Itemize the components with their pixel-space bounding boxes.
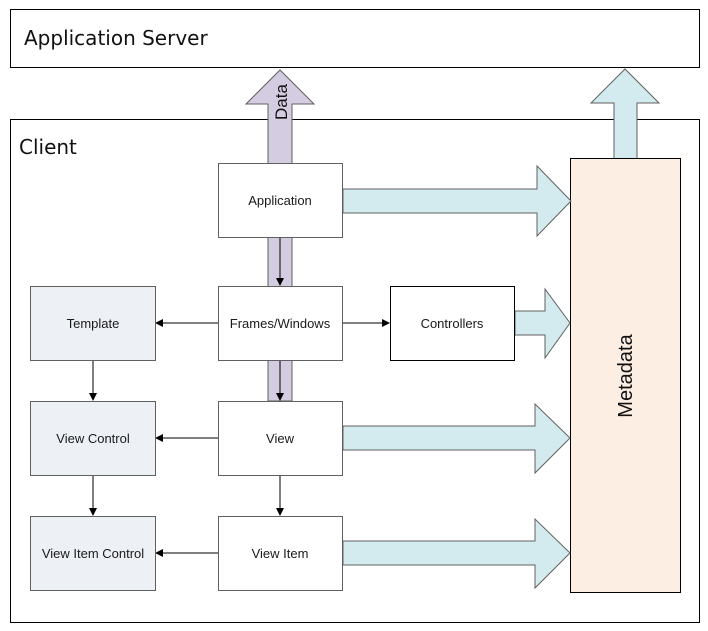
frames-windows-node: Frames/Windows [218,286,343,361]
view-item-label: View Item [252,546,309,561]
view-item-control-node: View Item Control [30,516,156,591]
view-item-control-label: View Item Control [42,546,144,561]
view-label: View [266,431,295,446]
data-arrow-label: Data [272,84,291,120]
application-server-container: Application Server [10,9,700,68]
template-label: Template [67,316,120,331]
application-node: Application [218,163,343,238]
frames-windows-label: Frames/Windows [230,316,331,331]
view-control-label: View Control [56,431,130,446]
client-label: Client [19,135,77,159]
metadata-box: Metadata [570,158,681,593]
view-control-node: View Control [30,401,156,476]
view-item-node: View Item [218,516,343,591]
application-server-label: Application Server [24,26,208,50]
controllers-node: Controllers [390,286,515,361]
metadata-label: Metadata [615,333,637,417]
view-node: View [218,401,343,476]
application-label: Application [248,193,312,208]
controllers-label: Controllers [421,316,484,331]
template-node: Template [30,286,156,361]
architecture-diagram: Application Server Client Data Metadata [10,9,700,623]
